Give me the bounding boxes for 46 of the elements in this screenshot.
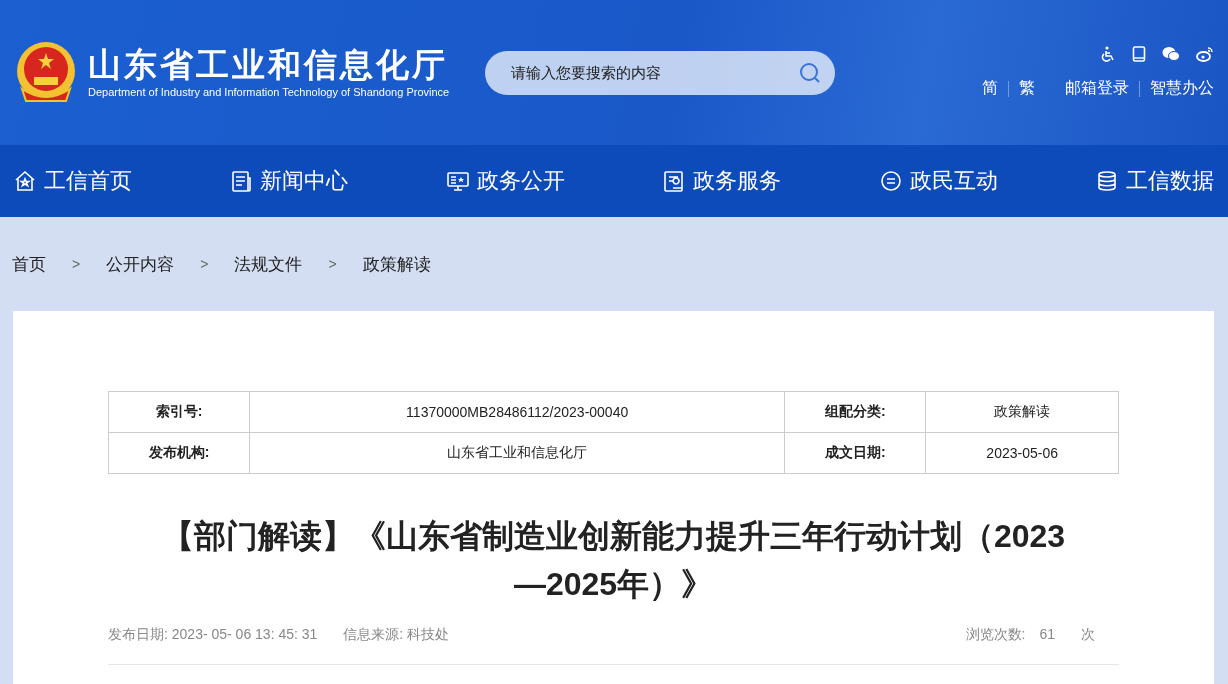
publish-date: 发布日期: 2023- 05- 06 13: 45: 31 <box>108 626 318 644</box>
header-link[interactable]: 智慧办公 <box>1150 78 1214 99</box>
meta-value: 11370000MB28486112/2023-00040 <box>249 391 785 433</box>
meta-label: 索引号: <box>108 391 250 433</box>
breadcrumb-link[interactable]: 政策解读 <box>362 252 431 276</box>
breadcrumb-separator: > <box>200 256 209 272</box>
header-link[interactable]: 简 <box>982 78 998 99</box>
nav-link[interactable]: 政务公开 <box>476 166 565 196</box>
info-source: 信息来源: 科技处 <box>343 626 450 644</box>
service-icon <box>663 170 686 192</box>
meta-label: 成文日期: <box>784 432 926 474</box>
nav-link[interactable]: 工信数据 <box>1125 166 1214 196</box>
breadcrumb-link[interactable]: 首页 <box>12 252 46 276</box>
emblem-icon <box>14 40 78 105</box>
search-icon[interactable] <box>799 61 822 84</box>
nav-link[interactable]: 政民互动 <box>909 166 998 196</box>
meta-value: 山东省工业和信息化厅 <box>249 432 785 474</box>
breadcrumb-separator: > <box>72 256 81 272</box>
weibo-icon[interactable] <box>1196 46 1214 62</box>
meta-value: 政策解读 <box>925 391 1119 433</box>
views-count: 61 <box>1039 626 1055 644</box>
screen-icon <box>446 170 469 192</box>
nav-link[interactable]: 工信首页 <box>44 166 132 196</box>
views-unit: 次 <box>1081 626 1095 644</box>
breadcrumb-separator: > <box>328 256 337 272</box>
news-icon <box>230 170 253 192</box>
header-link[interactable]: 邮箱登录 <box>1065 78 1129 99</box>
data-icon <box>1095 170 1118 192</box>
chat-icon <box>879 170 902 192</box>
article-title: 【部门解读】《山东省制造业创新能力提升三年行动计划（2023—2025年）》 <box>160 517 1067 604</box>
nav-link[interactable]: 新闻中心 <box>260 166 349 196</box>
site-subtitle: Department of Industry and Information Technology of Shandong Province <box>88 85 450 98</box>
views-label: 浏览次数: <box>965 626 1026 644</box>
nav-link[interactable]: 政务服务 <box>693 166 782 196</box>
meta-value: 2023-05-06 <box>925 432 1119 474</box>
wechat-icon[interactable] <box>1162 46 1180 62</box>
breadcrumb-link[interactable]: 公开内容 <box>106 252 175 276</box>
accessibility-icon[interactable] <box>1100 46 1116 62</box>
search-field[interactable]: 请输入您要搜索的内容 <box>485 50 836 95</box>
meta-label: 发布机构: <box>108 432 250 474</box>
site-title: 山东省工业和信息化厅 <box>88 47 449 84</box>
tablet-icon[interactable] <box>1132 46 1146 62</box>
breadcrumb-link[interactable]: 法规文件 <box>234 252 303 276</box>
header-link[interactable]: 繁 <box>1019 78 1035 99</box>
meta-label: 组配分类: <box>784 391 926 433</box>
home-icon <box>14 170 36 192</box>
